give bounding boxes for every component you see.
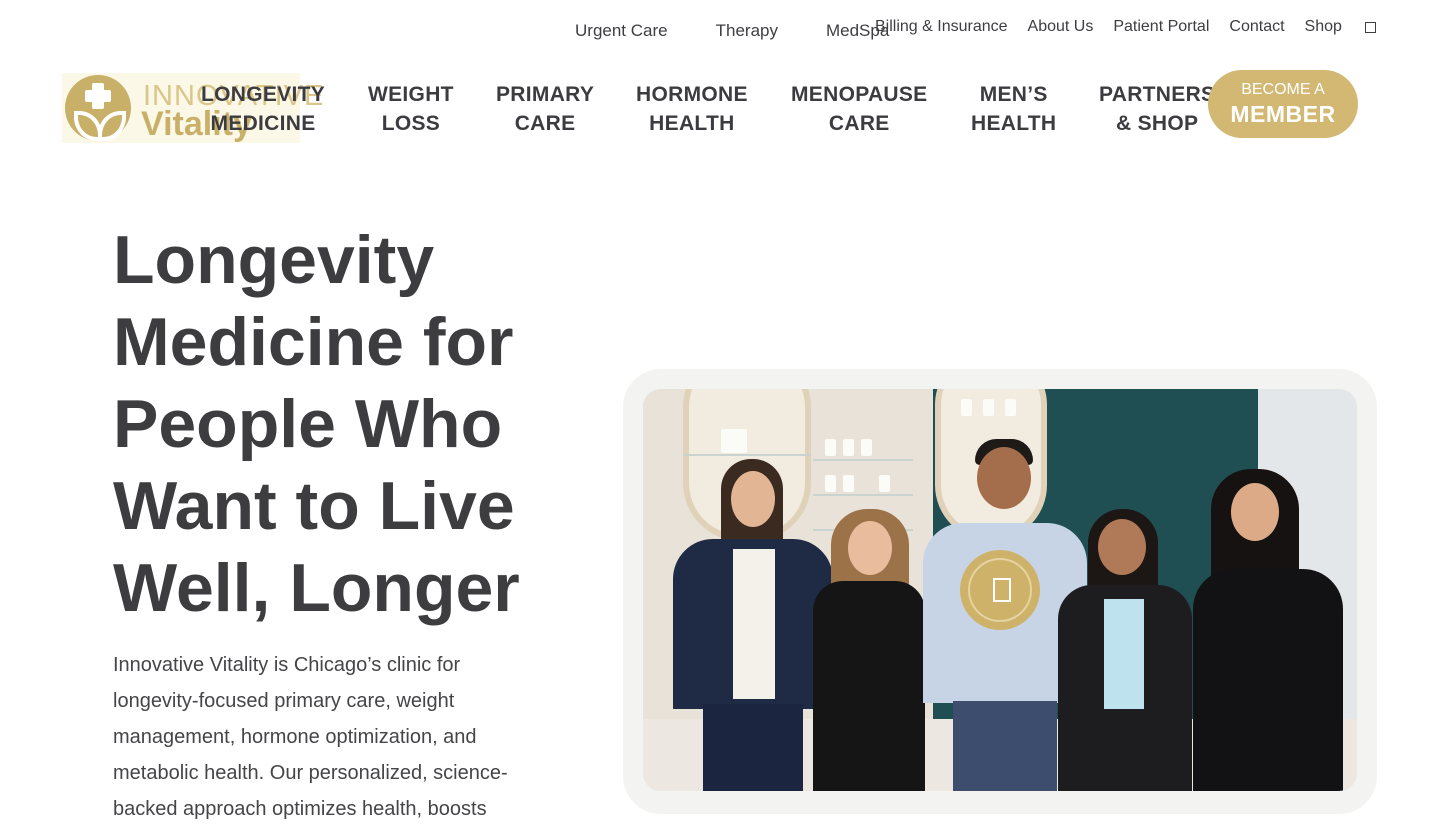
nav-label-line1: PARTNERS xyxy=(1099,83,1216,106)
nav-hormone-health[interactable]: HORMONE HEALTH xyxy=(636,80,748,138)
hero-desc-line: metabolic health. Our personalized, scie… xyxy=(113,762,508,784)
hero-title-line: Want to Live xyxy=(113,468,515,544)
util-link-billing[interactable]: Billing & Insurance xyxy=(875,18,1008,36)
video-play-icon xyxy=(993,578,1011,602)
util-link-patient-portal[interactable]: Patient Portal xyxy=(1113,18,1209,36)
nav-label-line1: PRIMARY xyxy=(496,83,595,106)
nav-label-line2: CARE xyxy=(828,112,890,135)
hero-desc-line: management, hormone optimization, and xyxy=(113,726,477,748)
nav-label-line1: WEIGHT xyxy=(368,83,454,106)
hero-description: Innovative Vitality is Chicago’s clinic … xyxy=(113,647,543,827)
nav-label-line2: & SHOP xyxy=(1116,112,1199,135)
nav-label-line1: HORMONE xyxy=(636,83,748,106)
nav-label-line2: LOSS xyxy=(381,112,441,135)
hero-title-line: Well, Longer xyxy=(113,550,520,626)
hero-title-line: People Who xyxy=(113,386,503,462)
cta-line2: MEMBER xyxy=(1230,101,1336,127)
nav-label-line2: MEDICINE xyxy=(210,112,316,135)
hero-desc-line: Innovative Vitality is Chicago’s clinic … xyxy=(113,654,461,676)
nav-weight-loss[interactable]: WEIGHT LOSS xyxy=(368,80,454,138)
nav-longevity-medicine[interactable]: LONGEVITY MEDICINE xyxy=(201,80,325,138)
video-play-button[interactable] xyxy=(960,550,1040,630)
util-link-therapy[interactable]: Therapy xyxy=(716,21,778,41)
nav-label-line1: LONGEVITY xyxy=(201,83,326,106)
util-link-about[interactable]: About Us xyxy=(1028,18,1094,36)
square-icon[interactable] xyxy=(1364,21,1376,33)
utility-nav-left: Urgent Care Therapy MedSpa xyxy=(575,21,889,41)
nav-label-line2: HEALTH xyxy=(649,112,735,135)
nav-label-line1: MEN’S xyxy=(979,83,1048,106)
become-member-button[interactable]: BECOME A MEMBER xyxy=(1208,70,1358,138)
nav-primary-care[interactable]: PRIMARY CARE xyxy=(496,80,594,138)
cta-line1: BECOME A xyxy=(1241,81,1325,98)
nav-partners-shop[interactable]: PARTNERS & SHOP xyxy=(1099,80,1215,138)
hero-desc-line: longevity-focused primary care, weight xyxy=(113,690,455,712)
util-link-urgent-care[interactable]: Urgent Care xyxy=(575,21,668,41)
nav-menopause-care[interactable]: MENOPAUSE CARE xyxy=(791,80,928,138)
hero-media-frame xyxy=(623,369,1377,814)
util-link-contact[interactable]: Contact xyxy=(1229,18,1284,36)
nav-label-line1: MENOPAUSE xyxy=(791,83,928,106)
hero-title-line: Medicine for xyxy=(113,304,514,380)
team-photo[interactable] xyxy=(643,389,1357,791)
cross-leaf-logo-icon xyxy=(65,75,131,141)
nav-mens-health[interactable]: MEN’S HEALTH xyxy=(971,80,1056,138)
hero-title: Longevity Medicine for People Who Want t… xyxy=(113,219,583,629)
nav-label-line2: CARE xyxy=(514,112,576,135)
nav-label-line2: HEALTH xyxy=(971,112,1057,135)
hero-title-line: Longevity xyxy=(113,222,435,298)
utility-nav-right: Billing & Insurance About Us Patient Por… xyxy=(875,18,1376,36)
hero-desc-line: backed approach optimizes health, boosts xyxy=(113,798,487,820)
util-link-shop[interactable]: Shop xyxy=(1305,18,1342,36)
